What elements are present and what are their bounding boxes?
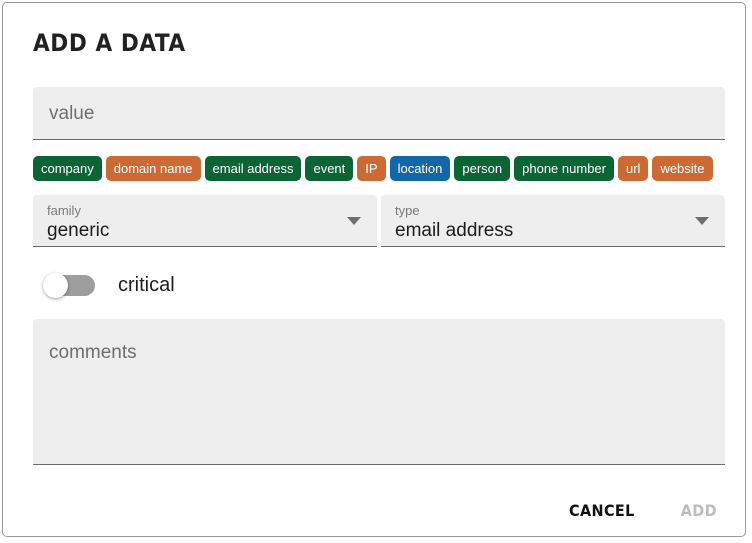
- page-title: ADD A DATA: [33, 29, 186, 57]
- type-select[interactable]: type email address: [381, 195, 725, 247]
- add-data-dialog: ADD A DATA value company domain name email…: [2, 2, 746, 537]
- type-chip[interactable]: phone number: [514, 156, 614, 181]
- type-chip[interactable]: IP: [357, 156, 386, 181]
- family-select-label: family: [47, 203, 81, 218]
- type-chip[interactable]: event: [305, 156, 354, 181]
- dialog-footer: CANCEL ADD: [563, 497, 723, 524]
- critical-toggle-label: critical: [118, 274, 175, 296]
- comments-input-placeholder: comments: [49, 342, 137, 363]
- toggle-knob[interactable]: [43, 273, 68, 298]
- type-chip[interactable]: url: [617, 156, 649, 181]
- type-chip-list: company domain name email address event IP lo…: [33, 156, 733, 181]
- family-select-value: generic: [47, 220, 110, 241]
- add-button[interactable]: ADD: [675, 497, 723, 524]
- cancel-button[interactable]: CANCEL: [563, 497, 641, 524]
- type-chip[interactable]: person: [454, 156, 511, 181]
- value-input-placeholder: value: [49, 103, 95, 124]
- critical-toggle[interactable]: [43, 273, 95, 298]
- type-select-value: email address: [395, 220, 514, 241]
- chevron-down-icon[interactable]: [347, 217, 361, 225]
- type-select-label: type: [395, 203, 420, 218]
- value-input[interactable]: value: [33, 87, 725, 140]
- comments-input[interactable]: comments: [33, 319, 725, 465]
- type-chip[interactable]: location: [389, 156, 451, 181]
- type-chip[interactable]: website: [652, 156, 713, 181]
- type-chip[interactable]: domain name: [105, 156, 201, 181]
- type-chip[interactable]: company: [33, 156, 102, 181]
- type-chip[interactable]: email address: [204, 156, 302, 181]
- chevron-down-icon[interactable]: [695, 217, 709, 225]
- family-select[interactable]: family generic: [33, 195, 377, 247]
- critical-toggle-row: critical: [43, 273, 175, 298]
